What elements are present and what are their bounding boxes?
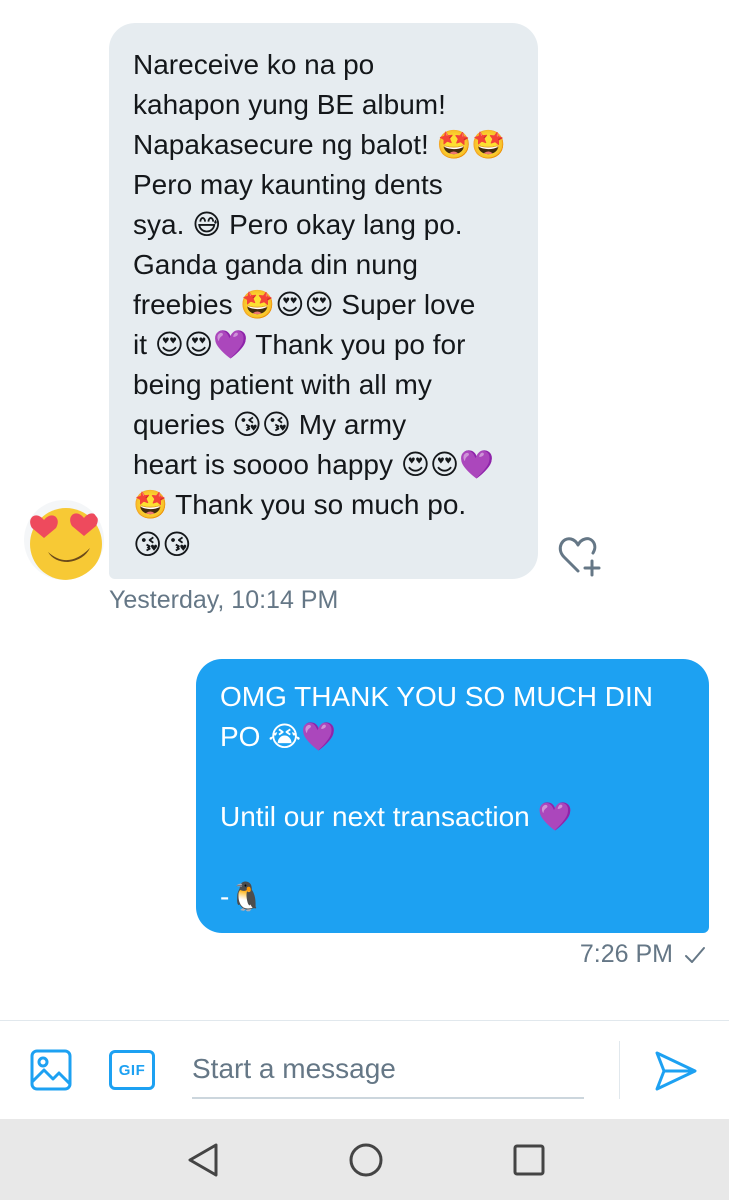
sent-message-meta: 7:26 PM — [580, 940, 707, 969]
sent-message-line: Until our next transaction 💜 — [220, 801, 573, 832]
system-navigation-bar — [0, 1119, 729, 1200]
received-message-line: Pero may kaunting dents — [133, 169, 443, 200]
message-input[interactable] — [192, 1041, 584, 1099]
received-message-bubble[interactable]: Nareceive ko na po kahapon yung BE album… — [109, 23, 538, 579]
received-message-line: being patient with all my — [133, 369, 432, 400]
sent-message-line: PO 😭💜 — [220, 721, 336, 752]
sent-message-line — [220, 757, 685, 797]
recents-square-icon[interactable] — [511, 1142, 547, 1178]
received-message-line: 🤩 Thank you so much po. — [133, 489, 467, 520]
sent-message-bubble[interactable]: OMG THANK YOU SO MUCH DIN PO 😭💜 Until ou… — [196, 659, 709, 933]
received-message-line: freebies 🤩😍😍 Super love — [133, 289, 476, 320]
received-message-line: queries 😘😘 My army — [133, 409, 407, 440]
received-message-line: Ganda ganda din nung — [133, 249, 418, 280]
received-message-line: 😘😘 — [133, 529, 192, 560]
received-message-line: it 😍😍💜 Thank you po for — [133, 329, 466, 360]
gif-button[interactable]: GIF — [109, 1050, 155, 1090]
heart-plus-icon[interactable] — [556, 533, 604, 577]
sender-avatar[interactable] — [24, 500, 104, 580]
received-message-line: Nareceive ko na po — [133, 49, 375, 80]
heart-eyes-emoji-avatar-icon — [30, 508, 102, 580]
sent-timestamp: 7:26 PM — [579, 940, 673, 968]
dm-conversation-screen: Nareceive ko na po kahapon yung BE album… — [0, 0, 729, 1200]
received-message-line: kahapon yung BE album! — [133, 89, 446, 120]
home-circle-icon[interactable] — [348, 1141, 384, 1179]
received-message-line: heart is soooo happy 😍😍💜 — [133, 449, 494, 480]
sent-message-line: OMG THANK YOU SO MUCH DIN — [220, 681, 654, 712]
image-icon[interactable] — [29, 1048, 73, 1092]
sent-message-line — [220, 837, 685, 877]
message-composer: GIF — [0, 1020, 729, 1119]
send-icon[interactable] — [654, 1050, 698, 1092]
received-message-line: Napakasecure ng balot! 🤩🤩 — [133, 129, 507, 160]
composer-divider — [619, 1041, 620, 1099]
back-triangle-icon[interactable] — [186, 1141, 222, 1179]
received-timestamp: Yesterday, 10:14 PM — [109, 586, 339, 614]
received-message-line: sya. 😅 Pero okay lang po. — [133, 209, 463, 240]
sent-message-line: -🐧 — [220, 881, 265, 912]
checkmark-icon — [685, 946, 705, 963]
